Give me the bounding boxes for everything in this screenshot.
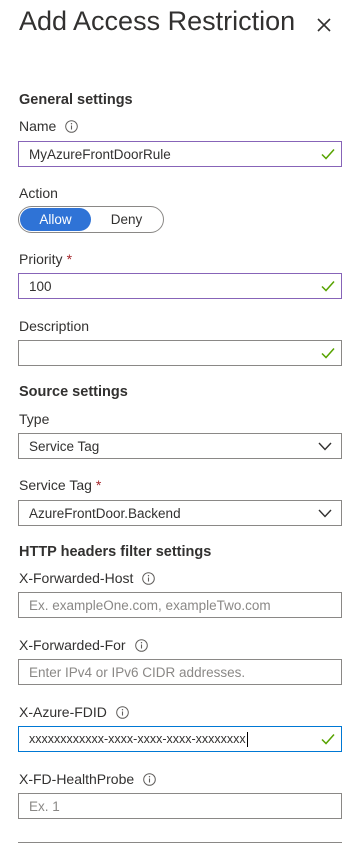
action-toggle[interactable]: Allow Deny (18, 206, 164, 233)
service-tag-dropdown[interactable]: AzureFrontDoor.Backend (18, 500, 342, 526)
required-marker: * (66, 251, 73, 267)
info-icon[interactable] (116, 705, 129, 719)
priority-label-text: Priority (19, 251, 63, 267)
type-label: Type (19, 411, 50, 427)
x-forwarded-for-label-text: X-Forwarded-For (19, 637, 126, 653)
x-fd-healthprobe-label: X-FD-HealthProbe (19, 771, 156, 787)
info-icon[interactable] (143, 772, 156, 786)
x-azure-fdid-label: X-Azure-FDID (19, 704, 129, 720)
info-icon[interactable] (65, 119, 79, 133)
x-forwarded-host-field[interactable] (18, 592, 342, 618)
name-field[interactable]: MyAzureFrontDoorRule (18, 141, 342, 167)
panel-title: Add Access Restriction (19, 6, 296, 36)
action-deny-option[interactable]: Deny (91, 208, 162, 231)
service-tag-label-text: Service Tag (19, 477, 92, 493)
chevron-down-icon (318, 442, 332, 451)
service-tag-dropdown-value: AzureFrontDoor.Backend (29, 505, 181, 521)
description-label: Description (19, 318, 90, 334)
source-settings-heading: Source settings (19, 384, 128, 400)
priority-field-value: 100 (29, 278, 52, 294)
x-fd-healthprobe-label-text: X-FD-HealthProbe (19, 771, 135, 787)
general-settings-heading: General settings (19, 92, 133, 108)
x-forwarded-for-input[interactable] (29, 664, 331, 680)
name-field-value: MyAzureFrontDoorRule (29, 146, 171, 162)
type-dropdown[interactable]: Service Tag (18, 433, 342, 459)
service-tag-label: Service Tag * (19, 477, 101, 493)
x-forwarded-host-label: X-Forwarded-Host (19, 570, 156, 586)
required-marker: * (95, 477, 102, 493)
priority-label: Priority * (19, 251, 72, 267)
x-forwarded-host-label-text: X-Forwarded-Host (19, 570, 134, 586)
divider (18, 842, 342, 843)
description-field[interactable] (18, 340, 342, 366)
http-headers-heading: HTTP headers filter settings (19, 544, 212, 560)
x-azure-fdid-field[interactable]: xxxxxxxxxxxx-xxxx-xxxx-xxxx-xxxxxxxx (18, 726, 342, 752)
x-azure-fdid-label-text: X-Azure-FDID (19, 704, 107, 720)
type-dropdown-value: Service Tag (29, 438, 100, 454)
x-fd-healthprobe-input[interactable] (29, 798, 331, 814)
priority-field[interactable]: 100 (18, 273, 342, 299)
x-forwarded-for-field[interactable] (18, 659, 342, 685)
info-icon[interactable] (134, 638, 148, 652)
info-icon[interactable] (142, 571, 156, 585)
name-label-text: Name (19, 118, 57, 134)
checkmark-icon (321, 348, 335, 359)
text-cursor (246, 731, 248, 747)
checkmark-icon (321, 149, 335, 160)
action-allow-option[interactable]: Allow (20, 208, 91, 231)
close-icon[interactable] (313, 14, 335, 36)
name-label: Name (19, 118, 79, 134)
x-forwarded-host-input[interactable] (29, 597, 331, 613)
x-fd-healthprobe-field[interactable] (18, 793, 342, 819)
checkmark-icon (321, 734, 335, 745)
x-forwarded-for-label: X-Forwarded-For (19, 637, 148, 653)
action-label: Action (19, 185, 58, 201)
checkmark-icon (321, 281, 335, 292)
chevron-down-icon (318, 509, 332, 518)
x-azure-fdid-value: xxxxxxxxxxxx-xxxx-xxxx-xxxx-xxxxxxxx (29, 732, 246, 746)
